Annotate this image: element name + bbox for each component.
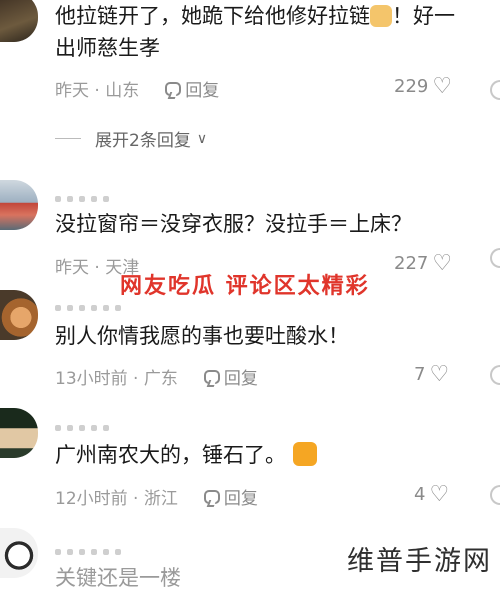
side-icon: [490, 80, 500, 100]
time-location: 13小时前 · 广东: [55, 369, 178, 389]
reply-label: 回复: [185, 81, 220, 101]
comment-meta: 13小时前 · 广东 回复: [55, 364, 258, 389]
side-icon: [490, 485, 500, 505]
side-icon: [490, 365, 500, 385]
side-icon: [490, 248, 500, 268]
comment-text: 别人你情我愿的事也要吐酸水！: [55, 324, 349, 348]
comment-text: 广州南农大的，锤石了。: [55, 441, 317, 469]
time-location: 昨天 · 山东: [55, 81, 140, 101]
heart-outline-icon: ♡: [432, 74, 453, 99]
time-location: 12小时前 · 浙江: [55, 489, 178, 509]
like-count: 7: [414, 364, 426, 385]
heart-outline-icon: ♡: [432, 251, 453, 276]
username[interactable]: [55, 187, 115, 202]
brand-watermark: 维普手游网: [347, 546, 492, 577]
comment-text-part: 广州南农大的，锤石了。: [55, 443, 286, 467]
username[interactable]: [55, 416, 115, 431]
comment-text: 关键还是一楼: [55, 566, 181, 590]
comment-text-part: 他拉链开了，她跪下给他修好拉链: [55, 4, 370, 28]
avatar[interactable]: [0, 290, 38, 340]
reply-label: 回复: [223, 369, 258, 389]
avatar[interactable]: [0, 528, 38, 578]
overlay-caption: 网友吃瓜 评论区太精彩: [120, 274, 370, 299]
reply-bubble-icon: [203, 489, 220, 504]
heart-outline-icon: ♡: [429, 362, 450, 387]
chevron-down-icon: ∨: [196, 130, 208, 147]
username[interactable]: [55, 540, 127, 555]
avatar[interactable]: [0, 180, 38, 230]
like-button[interactable]: 229 ♡: [394, 74, 452, 99]
reply-button[interactable]: 回复: [203, 484, 258, 509]
avatar[interactable]: [0, 408, 38, 458]
comment-meta: 12小时前 · 浙江 回复: [55, 484, 258, 509]
comment-meta: 昨天 · 山东 回复: [55, 76, 219, 101]
avatar[interactable]: [0, 0, 38, 42]
thumbs-up-icon: [292, 442, 317, 466]
reply-bubble-icon: [203, 369, 220, 384]
comment-text-part: ！好一: [392, 4, 455, 28]
reply-bubble-icon: [165, 81, 182, 96]
like-button[interactable]: 4 ♡: [414, 482, 449, 507]
like-count: 4: [414, 484, 426, 505]
username[interactable]: [55, 296, 127, 311]
comment-text-line2: 出师慈生孝: [55, 36, 160, 60]
reply-button[interactable]: 回复: [203, 364, 258, 389]
comment-text: 没拉窗帘＝没穿衣服？没拉手＝上床？: [55, 212, 412, 236]
expand-label: 展开2条回复: [95, 131, 191, 151]
like-button[interactable]: 227 ♡: [394, 251, 452, 276]
expand-replies-button[interactable]: 展开2条回复 ∨: [55, 126, 207, 151]
reply-label: 回复: [223, 489, 258, 509]
like-count: 229: [394, 76, 429, 97]
comment-text: 他拉链开了，她跪下给他修好拉链 ！好一: [55, 2, 455, 30]
heart-outline-icon: ♡: [429, 482, 450, 507]
like-button[interactable]: 7 ♡: [414, 362, 449, 387]
like-count: 227: [394, 253, 429, 274]
divider: [55, 138, 81, 139]
reply-button[interactable]: 回复: [165, 76, 219, 101]
dog-emoji-icon: [370, 5, 392, 27]
